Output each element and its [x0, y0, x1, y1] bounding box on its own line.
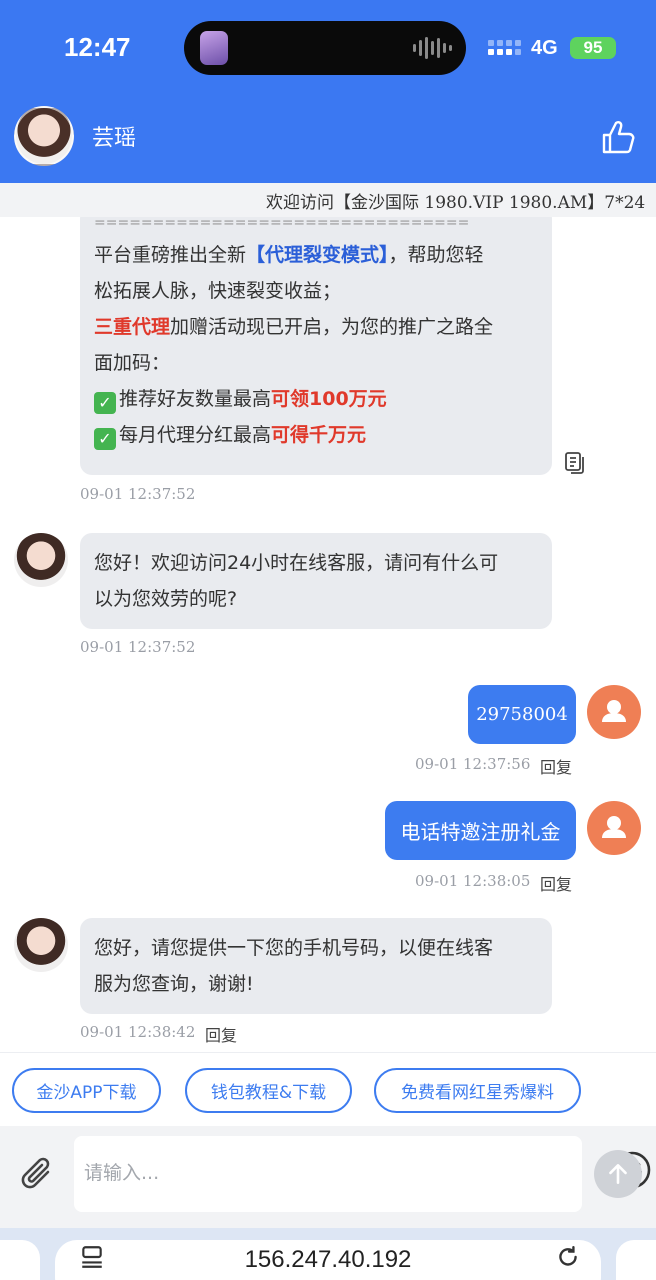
dynamic-island	[184, 21, 466, 75]
user-message-bubble: 29758004	[468, 685, 576, 744]
user-icon	[602, 700, 626, 722]
check-mark-icon: ✓	[94, 392, 116, 414]
message-text: 加赠活动现已开启，为您的推广之路全	[170, 316, 494, 338]
user-avatar[interactable]	[587, 685, 641, 739]
browser-toolbar: 156.247.40.192	[0, 1228, 656, 1280]
user-avatar[interactable]	[587, 801, 641, 855]
agent-message-bubble: ================================ 平台重磅推出全…	[80, 217, 552, 475]
agent-avatar[interactable]	[14, 533, 68, 587]
message-timestamp: 09-01 12:37:52	[80, 638, 196, 656]
message-timestamp: 09-01 12:37:52	[80, 485, 196, 503]
status-time: 12:47	[64, 32, 131, 62]
message-input[interactable]: 请输入...	[74, 1136, 651, 1212]
agent-name: 芸瑶	[92, 126, 137, 151]
quick-reply-bar: 金沙APP下载 钱包教程&下载 免费看网红星秀爆料	[0, 1052, 656, 1126]
message-input-bar: 请输入...	[0, 1126, 656, 1228]
marquee-text: 欢迎访问【金沙国际 1980.VIP 1980.AM】7*24	[266, 193, 646, 213]
agent-avatar[interactable]	[14, 918, 68, 972]
reply-link[interactable]: 回复	[540, 871, 572, 895]
agent-message-bubble: 您好！欢迎访问24小时在线客服，请问有什么可 以为您效劳的呢?	[80, 533, 552, 629]
input-placeholder: 请输入...	[84, 1162, 160, 1184]
attachment-icon[interactable]	[18, 1154, 58, 1194]
highlight-text: 可领100万元	[271, 388, 387, 410]
message-timestamp: 09-01 12:38:05	[415, 872, 531, 890]
network-type: 4G	[531, 37, 558, 59]
highlight-text: 三重代理	[94, 316, 171, 338]
media-thumbnail-icon	[200, 31, 228, 65]
message-text: 松拓展人脉，快速裂变收益；	[94, 280, 342, 302]
message-text: 每月代理分红最高	[119, 424, 272, 446]
agent-message-bubble: 您好，请您提供一下您的手机号码，以便在线客 服为您查询，谢谢!	[80, 918, 552, 1014]
send-button[interactable]	[594, 1150, 642, 1198]
message-text: 平台重磅推出全新	[94, 244, 247, 266]
highlight-text: 【代理裂变模式】	[246, 244, 389, 266]
wallet-tutorial-button[interactable]: 钱包教程&下载	[185, 1068, 352, 1113]
check-mark-icon: ✓	[94, 428, 116, 450]
audio-wave-icon	[413, 36, 452, 60]
agent-avatar[interactable]	[14, 106, 74, 166]
message-timestamp: 09-01 12:38:42	[80, 1023, 196, 1041]
divider-text: ================================	[94, 217, 470, 231]
influencer-news-button[interactable]: 免费看网红星秀爆料	[374, 1068, 581, 1113]
arrow-up-icon	[609, 1164, 627, 1184]
app-header: 12:47 4G 95 芸瑶	[0, 0, 656, 183]
message-text: 电话特邀注册礼金	[400, 820, 561, 844]
reload-icon[interactable]	[555, 1244, 581, 1270]
url-text: 156.247.40.192	[244, 1246, 412, 1273]
address-bar[interactable]: 156.247.40.192	[55, 1240, 601, 1280]
message-timestamp: 09-01 12:37:56	[415, 755, 531, 773]
announcement-marquee: 欢迎访问【金沙国际 1980.VIP 1980.AM】7*24	[0, 183, 656, 217]
signal-icon	[488, 40, 521, 55]
thumbs-up-icon[interactable]	[600, 118, 636, 156]
app-download-button[interactable]: 金沙APP下载	[12, 1068, 161, 1113]
message-text: ，帮助您轻	[388, 244, 484, 266]
battery-icon: 95	[570, 37, 616, 59]
message-text: 推荐好友数量最高	[119, 388, 272, 410]
message-text: 您好！欢迎访问24小时在线客服，请问有什么可	[94, 552, 499, 574]
reply-link[interactable]: 回复	[540, 754, 572, 778]
message-text: 以为您效劳的呢?	[94, 588, 238, 610]
message-text: 服为您查询，谢谢!	[94, 973, 254, 995]
copy-icon[interactable]	[564, 451, 586, 475]
highlight-text: 可得千万元	[271, 424, 367, 446]
message-text: 29758004	[476, 704, 568, 725]
chat-area[interactable]: ================================ 平台重磅推出全…	[0, 217, 656, 1052]
user-message-bubble: 电话特邀注册礼金	[385, 801, 576, 860]
tab-left-preview[interactable]	[0, 1240, 40, 1280]
message-text: 您好，请您提供一下您的手机号码，以便在线客	[94, 937, 494, 959]
user-icon	[602, 816, 626, 838]
reply-link[interactable]: 回复	[205, 1022, 237, 1046]
battery-level: 95	[583, 38, 603, 57]
tab-right-preview[interactable]	[616, 1240, 656, 1280]
message-text: 面加码：	[94, 352, 171, 374]
